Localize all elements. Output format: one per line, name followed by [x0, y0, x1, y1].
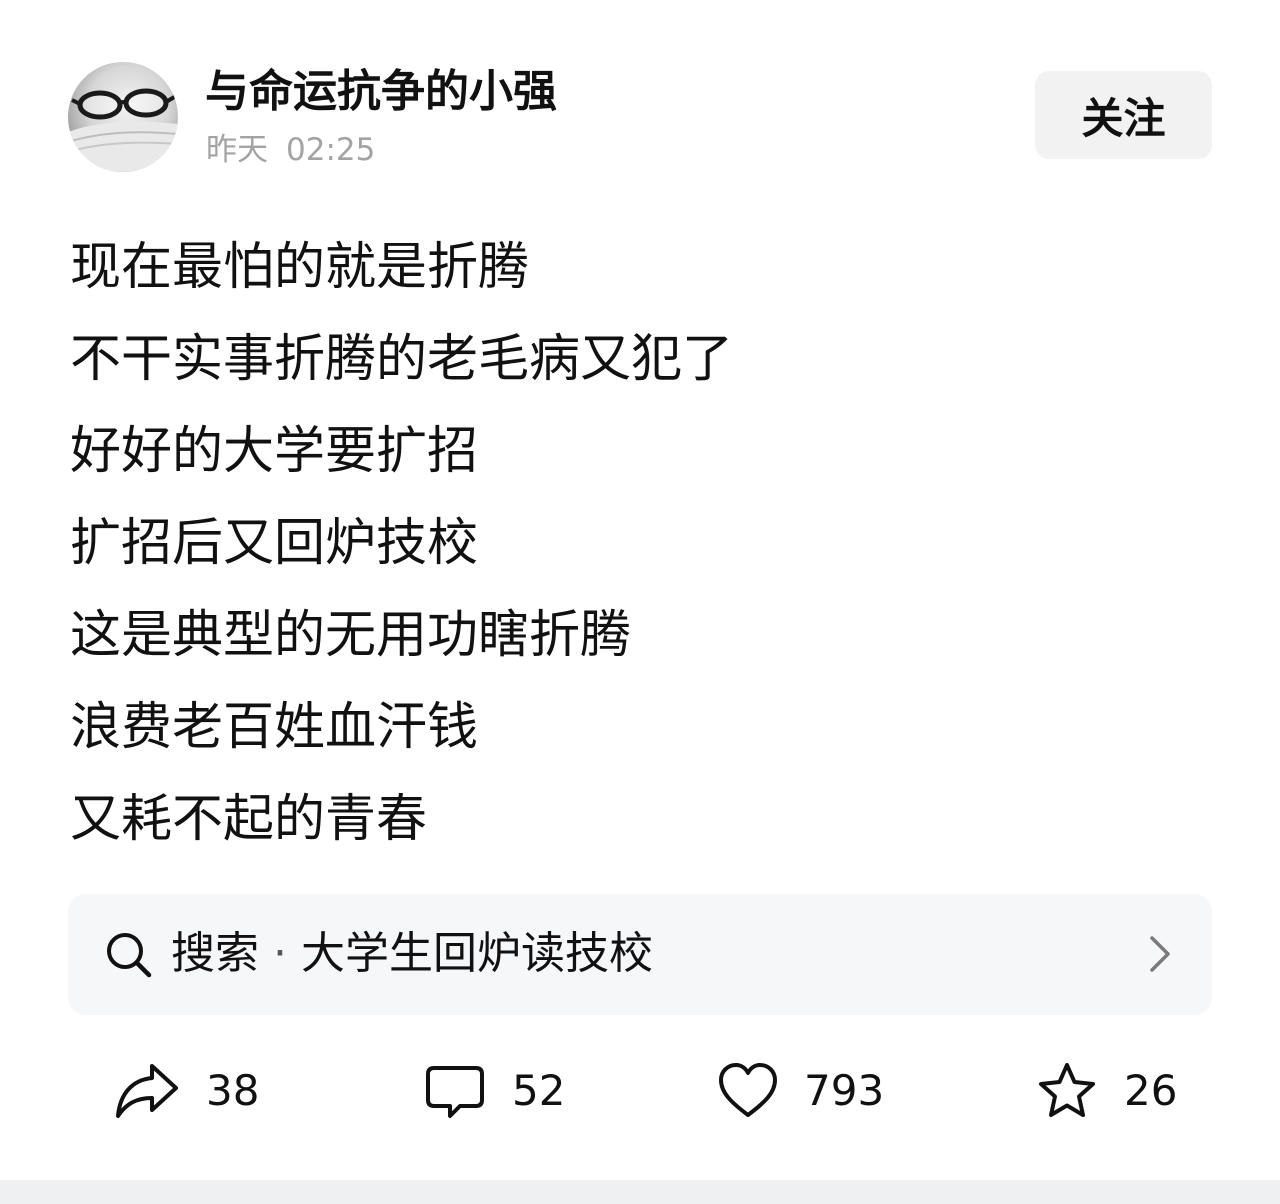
content-line: 好好的大学要扩招 [70, 422, 479, 481]
comment-button[interactable]: 52 [424, 1058, 565, 1124]
content-line: 扩招后又回炉技校 [70, 514, 479, 573]
share-icon [116, 1064, 178, 1118]
content-line: 不干实事折腾的老毛病又犯了 [70, 330, 734, 389]
like-count: 793 [804, 1066, 885, 1115]
author-avatar[interactable] [68, 62, 178, 172]
post-time-day: 昨天 [206, 132, 268, 168]
star-icon [1039, 1063, 1095, 1117]
search-query: 大学生回炉读技校 [301, 928, 653, 979]
glasses-icon [68, 88, 178, 172]
favorite-count: 26 [1124, 1066, 1178, 1115]
chevron-right-icon[interactable] [1146, 934, 1174, 974]
author-name[interactable]: 与命运抗争的小强 [205, 64, 557, 120]
comment-icon [426, 1066, 484, 1118]
like-button[interactable]: 793 [718, 1058, 884, 1124]
comment-count: 52 [512, 1066, 566, 1115]
share-count: 38 [206, 1066, 260, 1115]
content-line: 这是典型的无用功瞎折腾 [70, 606, 632, 665]
post-time: 昨天 02:25 [206, 130, 375, 170]
search-prefix: 搜索 [171, 928, 259, 979]
post-content: 现在最怕的就是折腾 不干实事折腾的老毛病又犯了 好好的大学要扩招 扩招后又回炉技… [70, 222, 1210, 866]
post-time-clock: 02:25 [286, 132, 376, 168]
bottom-divider [0, 1180, 1280, 1204]
follow-button[interactable]: 关注 [1035, 71, 1212, 159]
content-line: 浪费老百姓血汗钱 [70, 698, 479, 757]
heart-icon [719, 1063, 777, 1117]
search-icon [107, 933, 152, 978]
content-line: 又耗不起的青春 [70, 790, 428, 849]
favorite-button[interactable]: 26 [1036, 1058, 1177, 1124]
related-search-text[interactable]: 搜索 · 大学生回炉读技校 [171, 926, 653, 982]
content-line: 现在最怕的就是折腾 [70, 238, 530, 297]
post-card: 与命运抗争的小强 昨天 02:25 关注 现在最怕的就是折腾 不干实事折腾的老毛病… [0, 0, 1280, 1180]
search-separator: · [273, 928, 287, 979]
share-button[interactable]: 38 [114, 1058, 259, 1124]
